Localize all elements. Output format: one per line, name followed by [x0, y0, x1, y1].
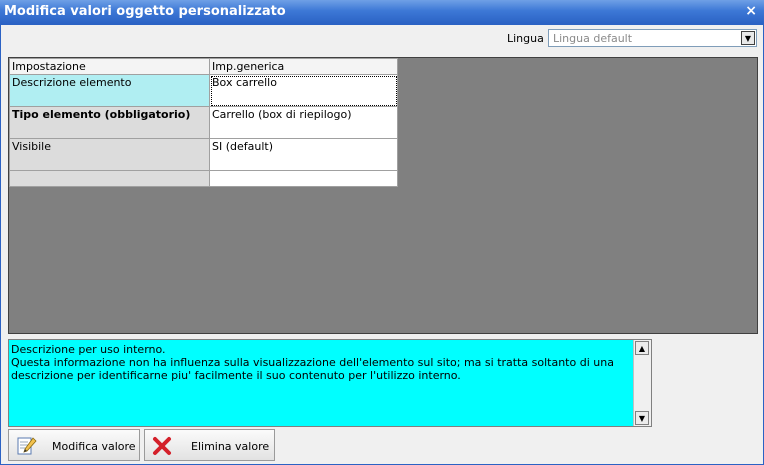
edit-value-button[interactable]: Modifica valore	[8, 429, 140, 461]
pencil-document-icon	[17, 437, 37, 455]
chevron-down-icon[interactable]: ▼	[741, 31, 755, 45]
row-key[interactable]: Visibile	[9, 138, 210, 171]
red-x-icon	[153, 437, 171, 455]
delete-value-label: Elimina valore	[191, 440, 270, 453]
row-key[interactable]: Tipo elemento (obbligatorio)	[9, 106, 210, 139]
close-icon[interactable]: ×	[745, 3, 757, 19]
table-row[interactable]: Tipo elemento (obbligatorio) Carrello (b…	[9, 106, 398, 139]
language-label: Lingua :	[507, 32, 552, 45]
table-row[interactable]	[9, 170, 398, 187]
description-scrollbar[interactable]: ▲ ▼	[633, 340, 651, 426]
language-select[interactable]: Lingua default ▼	[548, 29, 757, 47]
scroll-up-icon[interactable]: ▲	[635, 341, 649, 355]
description-box[interactable]: Descrizione per uso interno. Questa info…	[8, 339, 652, 427]
row-value[interactable]: SI (default)	[209, 138, 398, 171]
settings-grid-area: Impostazione Imp.generica Descrizione el…	[8, 57, 758, 334]
settings-grid: Impostazione Imp.generica Descrizione el…	[9, 58, 398, 187]
row-value[interactable]	[209, 170, 398, 187]
column-header-generic-value[interactable]: Imp.generica	[209, 58, 398, 75]
row-value[interactable]: Carrello (box di riepilogo)	[209, 106, 398, 139]
table-row[interactable]: Visibile SI (default)	[9, 138, 398, 171]
row-key[interactable]: Descrizione elemento	[9, 74, 210, 107]
delete-value-button[interactable]: Elimina valore	[144, 429, 275, 461]
window-title: Modifica valori oggetto personalizzato	[4, 4, 286, 19]
row-value[interactable]: Box carrello	[209, 74, 398, 107]
scroll-down-icon[interactable]: ▼	[635, 411, 649, 425]
table-row[interactable]: Descrizione elemento Box carrello	[9, 74, 398, 107]
column-header-setting[interactable]: Impostazione	[9, 58, 210, 75]
description-text: Descrizione per uso interno. Questa info…	[11, 343, 614, 382]
row-key[interactable]	[9, 170, 210, 187]
title-bar: Modifica valori oggetto personalizzato ×	[0, 0, 764, 24]
language-select-value: Lingua default	[553, 32, 633, 45]
edit-value-label: Modifica valore	[52, 440, 136, 453]
